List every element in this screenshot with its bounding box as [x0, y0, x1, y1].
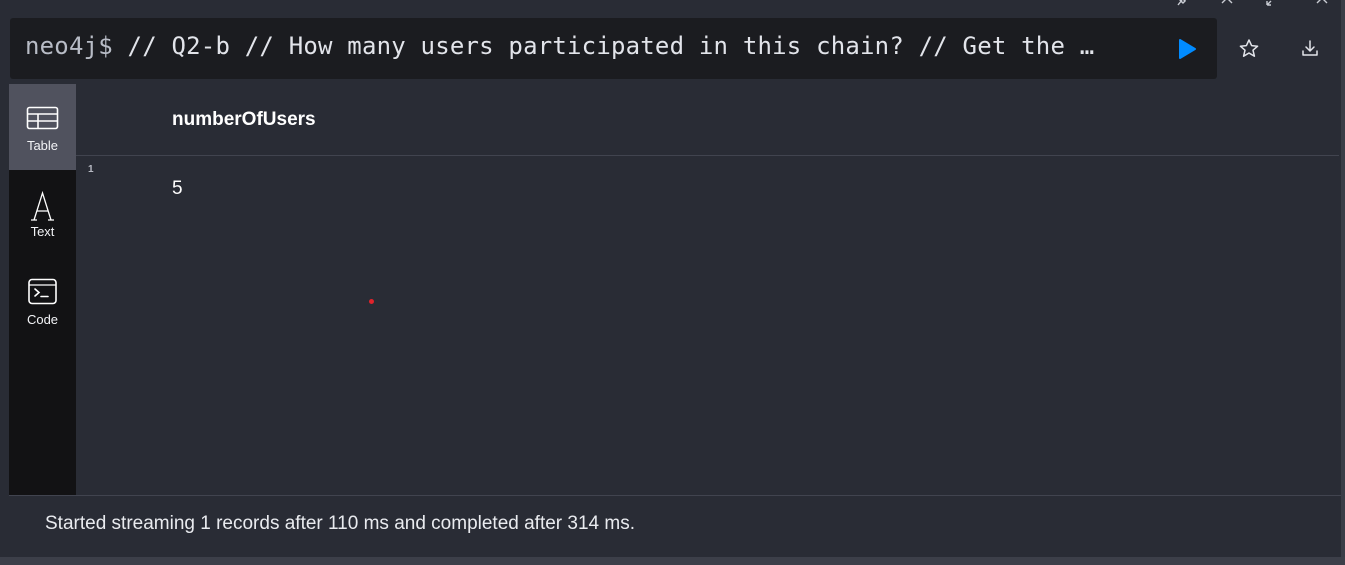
expand-icon[interactable] [1264, 0, 1280, 6]
close-frame-icon[interactable] [1314, 0, 1330, 6]
query-editor[interactable]: neo4j$ // Q2-b // How many users partici… [10, 18, 1217, 79]
code-view-button[interactable]: Code [9, 256, 76, 342]
bottom-strip [0, 557, 1345, 565]
star-icon[interactable] [1236, 36, 1262, 62]
row-index: 1 [88, 164, 94, 175]
footer-divider [9, 495, 1341, 496]
query-text[interactable]: neo4j$ // Q2-b // How many users partici… [25, 32, 1094, 60]
frame-edge [1341, 0, 1345, 557]
close-icon[interactable] [1219, 0, 1235, 6]
editor-query[interactable]: // Q2-b // How many users participated i… [113, 32, 1095, 60]
code-icon [28, 278, 57, 305]
text-view-label: Text [30, 224, 55, 239]
table-cell[interactable]: 5 [172, 178, 183, 200]
download-icon[interactable] [1297, 36, 1323, 62]
text-icon [31, 190, 54, 221]
table-icon [26, 106, 59, 130]
cursor-dot [369, 299, 374, 304]
header-divider [76, 155, 1339, 156]
column-header: numberOfUsers [172, 109, 316, 130]
code-view-label: Code [26, 312, 59, 327]
frame-controls [1145, 0, 1345, 8]
table-view-label: Table [26, 138, 59, 153]
result-table: numberOfUsers 1 5 [76, 84, 1339, 495]
result-frame: neo4j$ // Q2-b // How many users partici… [0, 0, 1345, 565]
editor-prompt: neo4j$ [25, 32, 113, 60]
status-message: Started streaming 1 records after 110 ms… [45, 513, 635, 534]
text-view-button[interactable]: Text [9, 170, 76, 256]
pin-icon[interactable] [1174, 0, 1190, 6]
table-view-button[interactable]: Table [9, 84, 76, 170]
view-sidebar: Table Text Code [9, 84, 76, 495]
play-icon[interactable] [1176, 38, 1198, 60]
